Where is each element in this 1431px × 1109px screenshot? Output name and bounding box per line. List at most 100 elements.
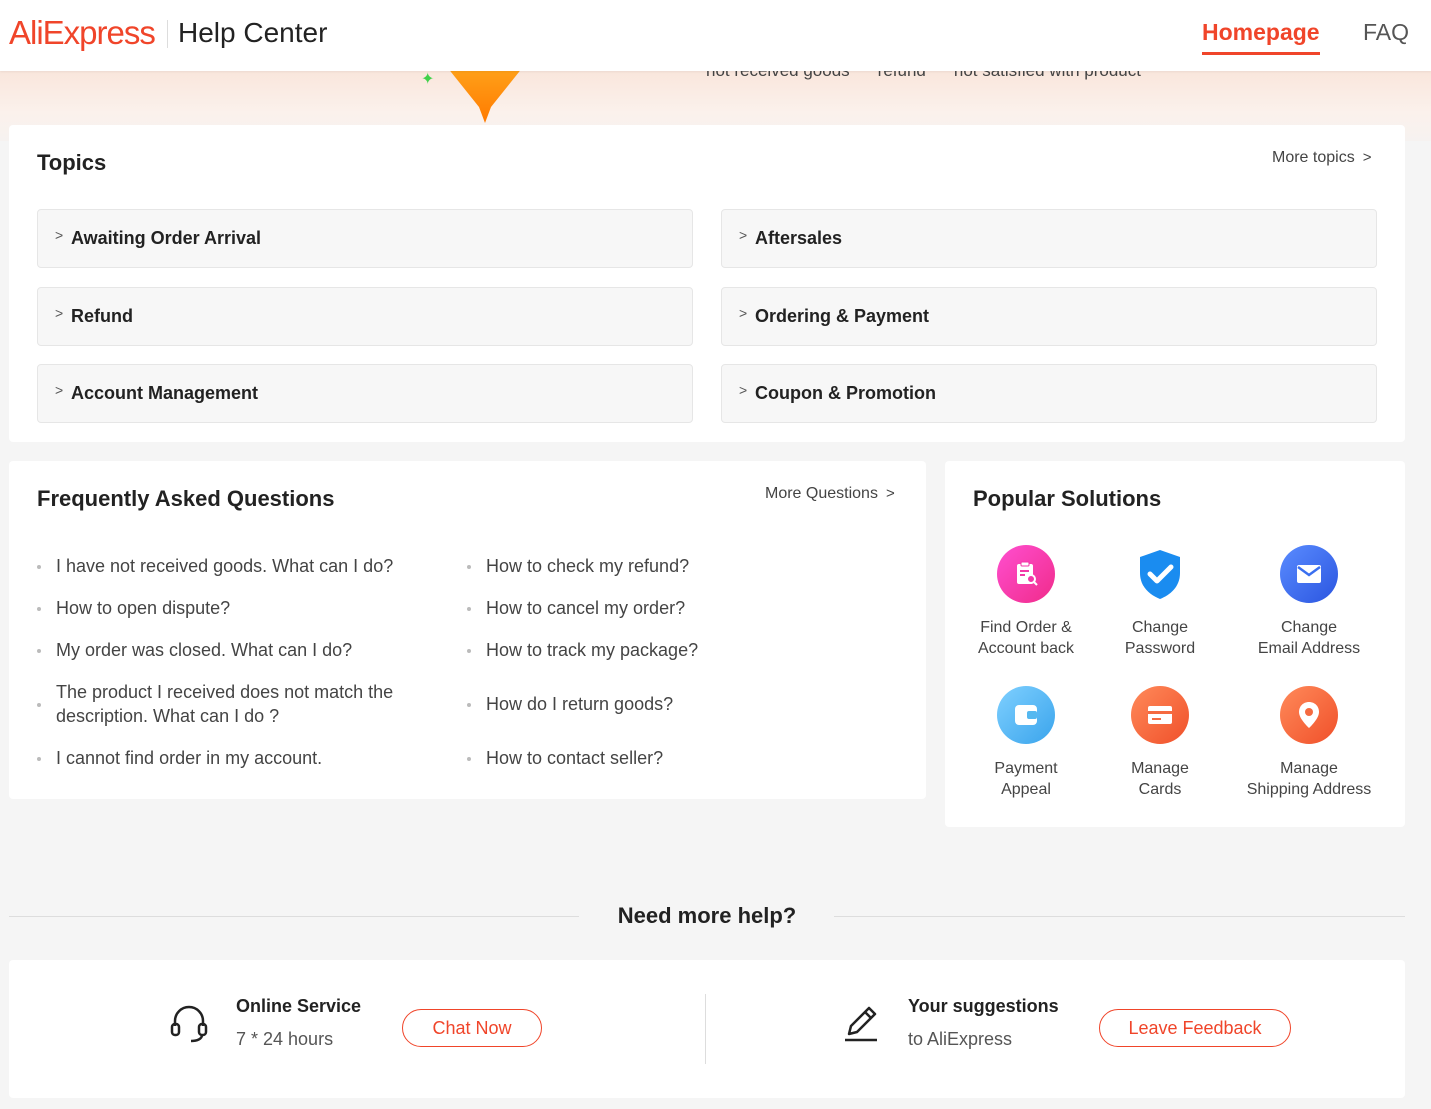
- page-title: Help Center: [178, 17, 328, 48]
- faq-question[interactable]: How to open dispute?: [37, 596, 436, 620]
- topic-ordering-payment[interactable]: > Ordering & Payment: [721, 287, 1377, 346]
- faq-question[interactable]: My order was closed. What can I do?: [37, 638, 436, 662]
- solution-manage-cards[interactable]: Manage Cards: [1085, 686, 1235, 800]
- solution-label: Shipping Address: [1246, 781, 1372, 798]
- popular-solutions-card: Popular Solutions Find Order & Account ba…: [945, 461, 1405, 827]
- bullet: [467, 649, 471, 653]
- topics-title: Topics: [37, 150, 107, 175]
- logo-divider: [167, 20, 168, 48]
- wallet-icon: [997, 686, 1055, 744]
- solution-find-order[interactable]: Find Order & Account back: [951, 545, 1101, 659]
- solution-change-password[interactable]: Change Password: [1085, 545, 1235, 659]
- envelope-icon: [1280, 545, 1338, 603]
- faq-question-text: How do I return goods?: [486, 694, 674, 714]
- solution-label: Account back: [977, 640, 1075, 657]
- faq-question-text: I have not received goods. What can I do…: [56, 556, 394, 576]
- solution-label: Find Order &: [980, 619, 1072, 636]
- headset-icon: [170, 1005, 208, 1043]
- vertical-divider: [705, 994, 706, 1064]
- bullet: [37, 649, 41, 653]
- top-header: AliExpress Help Center Homepage FAQ: [0, 0, 1431, 71]
- solution-manage-shipping[interactable]: Manage Shipping Address: [1234, 686, 1384, 800]
- faq-question[interactable]: I have not received goods. What can I do…: [37, 554, 436, 578]
- faq-question[interactable]: How to check my refund?: [467, 554, 886, 578]
- faq-question-text: How to track my package?: [486, 640, 699, 660]
- online-service-hours: 7 * 24 hours: [236, 1029, 334, 1049]
- faq-title: Frequently Asked Questions: [37, 486, 335, 511]
- more-questions-link[interactable]: More Questions >: [765, 485, 895, 503]
- chevron-right-icon: >: [739, 382, 748, 398]
- topics-card: Topics More topics > > Awaiting Order Arr…: [9, 125, 1405, 442]
- clipboard-search-icon: [997, 545, 1055, 603]
- solution-payment-appeal[interactable]: Payment Appeal: [951, 686, 1101, 800]
- chat-now-button[interactable]: Chat Now: [402, 1009, 542, 1047]
- solution-label: Manage: [1280, 760, 1338, 777]
- funnel-illustration-icon: [450, 71, 520, 123]
- chevron-right-icon: >: [739, 227, 748, 243]
- bullet: [37, 703, 41, 707]
- faq-question-text: How to cancel my order?: [486, 598, 686, 618]
- solution-label: Change: [1131, 619, 1189, 636]
- pencil-edit-icon: [845, 1006, 877, 1042]
- topic-awaiting-order-arrival[interactable]: > Awaiting Order Arrival: [37, 209, 693, 268]
- faq-question-text: How to open dispute?: [56, 598, 231, 618]
- topic-aftersales[interactable]: > Aftersales: [721, 209, 1377, 268]
- suggestions-title: Your suggestions: [908, 996, 1059, 1016]
- need-more-help-title: Need more help?: [617, 903, 797, 928]
- chevron-right-icon: >: [885, 485, 895, 502]
- topic-label: Awaiting Order Arrival: [71, 228, 262, 248]
- bullet: [37, 565, 41, 569]
- bullet: [467, 565, 471, 569]
- faq-question[interactable]: How do I return goods?: [467, 692, 886, 716]
- hot-tag[interactable]: refund: [878, 71, 926, 81]
- chevron-right-icon: >: [739, 305, 748, 321]
- faq-question-text: The product I received does not match th…: [56, 682, 394, 726]
- bullet: [37, 607, 41, 611]
- topic-label: Refund: [71, 306, 133, 326]
- bullet: [37, 757, 41, 761]
- faq-question-text: My order was closed. What can I do?: [56, 640, 353, 660]
- topic-label: Aftersales: [755, 228, 843, 248]
- solution-label: Email Address: [1257, 640, 1361, 657]
- topic-label: Ordering & Payment: [755, 306, 930, 326]
- topic-label: Coupon & Promotion: [755, 383, 936, 403]
- faq-question-text: How to check my refund?: [486, 556, 690, 576]
- solution-label: Change: [1280, 619, 1338, 636]
- bullet: [467, 703, 471, 707]
- nav-faq[interactable]: FAQ: [1363, 19, 1409, 46]
- aliexpress-logo[interactable]: AliExpress: [9, 14, 156, 52]
- solution-label: Cards: [1138, 781, 1182, 798]
- location-pin-icon: [1280, 686, 1338, 744]
- hot-search-tags: not received goods refund not satisfied …: [706, 71, 1141, 81]
- online-service-title: Online Service: [236, 996, 362, 1016]
- contact-card: Online Service 7 * 24 hours Chat Now You…: [9, 960, 1405, 1098]
- topic-refund[interactable]: > Refund: [37, 287, 693, 346]
- solution-change-email[interactable]: Change Email Address: [1234, 545, 1384, 659]
- solution-label: Appeal: [1001, 781, 1051, 798]
- card-icon: [1131, 686, 1189, 744]
- solution-label: Password: [1124, 640, 1196, 657]
- hot-tag[interactable]: not received goods: [706, 71, 850, 81]
- solution-label: Manage: [1131, 760, 1189, 777]
- faq-question-text: How to contact seller?: [486, 748, 664, 768]
- topic-account-management[interactable]: > Account Management: [37, 364, 693, 423]
- faq-question[interactable]: How to cancel my order?: [467, 596, 886, 620]
- nav-homepage[interactable]: Homepage: [1202, 19, 1320, 55]
- faq-question[interactable]: How to contact seller?: [467, 746, 886, 770]
- bullet: [467, 607, 471, 611]
- hot-tag[interactable]: not satisfied with product: [954, 71, 1141, 81]
- faq-question[interactable]: I cannot find order in my account.: [37, 746, 436, 770]
- more-topics-label: More topics: [1272, 149, 1355, 166]
- chevron-right-icon: >: [55, 305, 64, 321]
- topic-coupon-promotion[interactable]: > Coupon & Promotion: [721, 364, 1377, 423]
- faq-card: Frequently Asked Questions More Question…: [9, 461, 926, 799]
- bullet: [467, 757, 471, 761]
- leave-feedback-button[interactable]: Leave Feedback: [1099, 1009, 1291, 1047]
- faq-question[interactable]: How to track my package?: [467, 638, 886, 662]
- chevron-right-icon: >: [55, 382, 64, 398]
- topic-label: Account Management: [71, 383, 259, 403]
- faq-question[interactable]: The product I received does not match th…: [37, 680, 426, 728]
- popular-solutions-title: Popular Solutions: [973, 486, 1162, 511]
- more-topics-link[interactable]: More topics >: [1272, 149, 1371, 167]
- sparkle-icon: ✦: [421, 71, 435, 88]
